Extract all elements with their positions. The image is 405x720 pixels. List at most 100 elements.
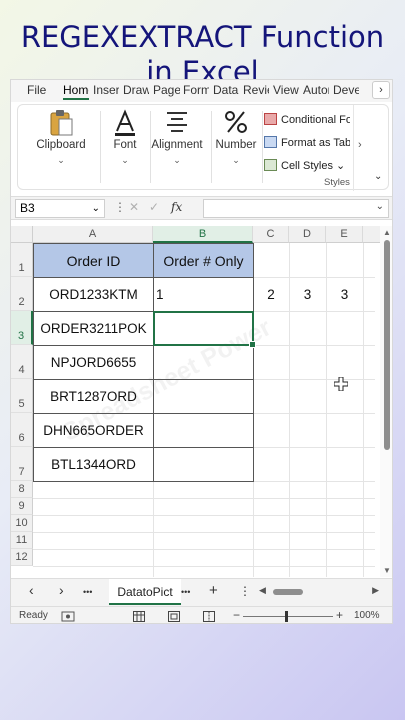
row-header-7[interactable]: 7 <box>11 447 33 481</box>
sheet-tab-datatopict[interactable]: DatatoPict <box>109 579 181 605</box>
alignment-label: Alignment <box>151 139 203 151</box>
row-header-10[interactable]: 10 <box>11 515 33 532</box>
cell-b4[interactable] <box>153 345 254 380</box>
chevron-down-icon[interactable]: ⌄ <box>212 155 260 166</box>
status-ready: Ready <box>19 610 48 621</box>
conditional-formatting-button[interactable]: Conditional Formatting <box>264 113 350 126</box>
number-group[interactable]: Number ⌄ <box>212 105 260 191</box>
row-header-6[interactable]: 6 <box>11 413 33 447</box>
zoom-out-button[interactable]: − <box>233 608 240 622</box>
cell-b2[interactable]: 1 <box>156 277 196 311</box>
cell-a2[interactable]: ORD1233KTM <box>33 277 154 312</box>
scroll-left-icon[interactable]: ◀ <box>259 585 266 596</box>
more-tabs-button[interactable]: › <box>372 81 390 99</box>
zoom-slider-thumb[interactable] <box>285 611 288 622</box>
tab-automate[interactable]: Automate <box>303 83 329 97</box>
format-as-table-button[interactable]: Format as Table <box>264 136 350 149</box>
row-header-3[interactable]: 3 <box>11 311 33 345</box>
column-header-a[interactable]: A <box>33 226 153 243</box>
row-header-11[interactable]: 11 <box>11 532 33 549</box>
row-header-12[interactable]: 12 <box>11 549 33 566</box>
scroll-right-icon[interactable]: ▶ <box>372 585 379 596</box>
insert-function-icon[interactable]: fx <box>171 200 182 214</box>
chevron-down-icon[interactable]: ⌄ <box>92 200 100 217</box>
vertical-scrollbar[interactable]: ▲ ▼ <box>380 226 392 577</box>
page-break-preview-icon[interactable] <box>203 611 215 622</box>
vertical-scroll-thumb[interactable] <box>384 240 390 450</box>
column-header-d[interactable]: D <box>289 226 326 243</box>
row-header-9[interactable]: 9 <box>11 498 33 515</box>
sheet-options-icon[interactable]: ⋮ <box>239 584 251 598</box>
add-sheet-button[interactable]: + <box>209 582 218 599</box>
tab-insert[interactable]: Insert <box>93 83 119 97</box>
normal-view-icon[interactable] <box>133 611 145 622</box>
page-layout-icon[interactable] <box>168 611 180 622</box>
more-sheets-right-icon[interactable]: ••• <box>181 587 190 597</box>
cell-a4[interactable]: NPJORD6655 <box>33 345 154 380</box>
tab-file[interactable]: File <box>27 83 46 97</box>
gridline <box>33 549 375 550</box>
accessibility-icon[interactable] <box>61 611 75 622</box>
chevron-right-icon[interactable]: › <box>358 139 362 151</box>
cell-a7[interactable]: BTL1344ORD <box>33 447 154 482</box>
scroll-up-icon[interactable]: ▲ <box>383 228 391 237</box>
gridline <box>33 498 375 499</box>
tab-page-layout[interactable]: Page <box>153 83 180 97</box>
cell-a3[interactable]: ORDER3211POK <box>33 311 154 346</box>
zoom-in-button[interactable]: + <box>336 608 343 622</box>
scroll-down-icon[interactable]: ▼ <box>383 566 391 575</box>
more-options-icon[interactable]: ⋮ <box>114 200 126 214</box>
chevron-down-icon[interactable]: ⌄ <box>144 155 210 166</box>
cell-a5[interactable]: BRT1287ORD <box>33 379 154 414</box>
cell-styles-button[interactable]: Cell Styles ⌄ <box>264 159 345 172</box>
tab-formulas[interactable]: Formulas <box>183 83 209 97</box>
tab-home[interactable]: Home <box>63 83 89 100</box>
font-group[interactable]: Font ⌄ <box>102 105 148 191</box>
cell-d2[interactable]: 3 <box>289 277 326 311</box>
chevron-down-icon[interactable]: ⌄ <box>24 155 98 166</box>
collapse-ribbon-icon[interactable]: ⌄ <box>374 171 382 182</box>
select-all-corner[interactable] <box>11 226 33 243</box>
worksheet-grid[interactable]: A B C D E 1 2 3 4 5 6 7 8 9 10 11 12 Spr… <box>11 226 392 577</box>
column-header-b[interactable]: B <box>153 226 253 243</box>
row-header-5[interactable]: 5 <box>11 379 33 413</box>
formula-input[interactable]: ⌄ <box>203 199 389 218</box>
row-header-8[interactable]: 8 <box>11 481 33 498</box>
cell-a6[interactable]: DHN665ORDER <box>33 413 154 448</box>
name-box[interactable]: B3 ⌄ <box>15 199 105 218</box>
table-icon <box>264 136 277 148</box>
chevron-down-icon[interactable]: ⌄ <box>102 155 148 166</box>
more-sheets-left-icon[interactable]: ••• <box>83 587 92 597</box>
zoom-slider[interactable] <box>243 616 333 617</box>
clipboard-group[interactable]: Clipboard ⌄ <box>24 105 98 191</box>
cell-c2[interactable]: 2 <box>253 277 289 311</box>
cell-b7[interactable] <box>153 447 254 482</box>
row-header-4[interactable]: 4 <box>11 345 33 379</box>
row-header-1[interactable]: 1 <box>11 243 33 277</box>
horizontal-scrollbar[interactable]: ◀ ▶ <box>259 585 379 598</box>
zoom-level[interactable]: 100% <box>354 610 380 621</box>
ribbon-side-controls: › ⌄ <box>353 105 389 191</box>
tab-developer[interactable]: Developer <box>333 83 359 97</box>
tab-view[interactable]: View <box>273 83 299 97</box>
enter-icon[interactable]: ✓ <box>149 200 159 214</box>
column-header-c[interactable]: C <box>253 226 289 243</box>
row-header-2[interactable]: 2 <box>11 277 33 311</box>
tab-data[interactable]: Data <box>213 83 239 97</box>
prev-sheet-icon[interactable]: ‹ <box>29 582 34 598</box>
chevron-down-icon[interactable]: ⌄ <box>376 201 384 212</box>
cell-b6[interactable] <box>153 413 254 448</box>
column-header-e[interactable]: E <box>326 226 363 243</box>
next-sheet-icon[interactable]: › <box>59 582 64 598</box>
alignment-group[interactable]: Alignment ⌄ <box>144 105 210 191</box>
cell-b1[interactable]: Order # Only <box>153 243 254 278</box>
horizontal-scroll-thumb[interactable] <box>273 589 303 595</box>
tab-draw[interactable]: Draw <box>123 83 149 97</box>
format-as-table-label: Format as Table <box>281 137 350 149</box>
cell-e2[interactable]: 3 <box>326 277 363 311</box>
cell-b5[interactable] <box>153 379 254 414</box>
gridline <box>363 243 364 577</box>
cancel-icon[interactable]: ✕ <box>129 200 139 214</box>
tab-review[interactable]: Review <box>243 83 269 97</box>
cell-a1[interactable]: Order ID <box>33 243 154 278</box>
